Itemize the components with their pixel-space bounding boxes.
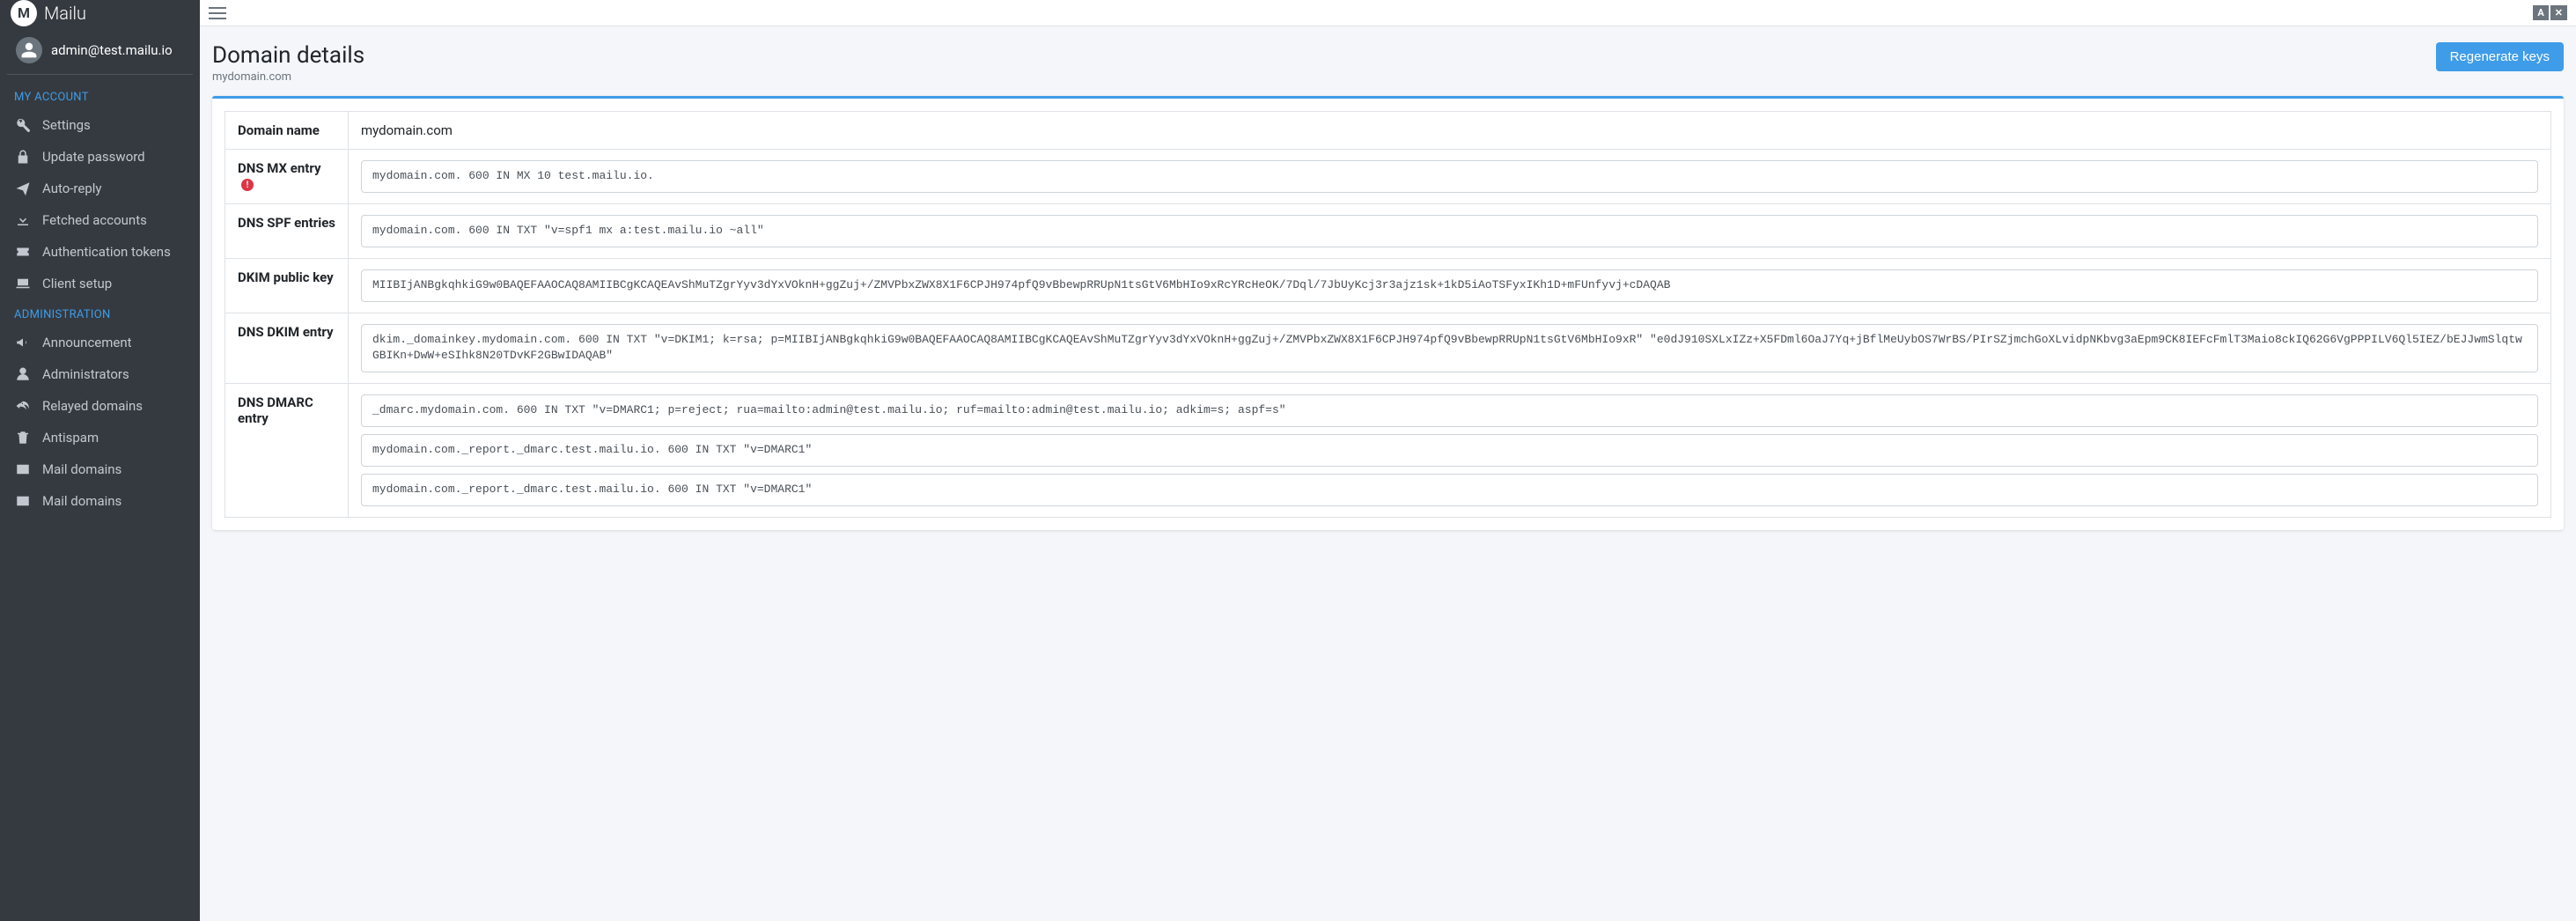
plain-value: mydomain.com (361, 122, 453, 138)
row-label: DNS DMARC entry (225, 384, 349, 518)
brand-block: M Mailu (0, 0, 200, 26)
download-icon (14, 211, 32, 229)
page-title: Domain details (212, 42, 364, 69)
row-value: dkim._domainkey.mydomain.com. 600 IN TXT… (349, 313, 2551, 384)
details-table: Domain name mydomain.com DNS MX entry! mydo… (224, 111, 2551, 518)
ticket-icon (14, 243, 32, 261)
sidebar-item-mail-domains-2[interactable]: Mail domains (0, 485, 200, 517)
trash-icon (14, 429, 32, 446)
topbar: M Mailu A ✕ (0, 0, 2576, 26)
content: Domain details mydomain.com Regenerate k… (200, 26, 2576, 921)
dns-record[interactable]: _dmarc.mydomain.com. 600 IN TXT "v=DMARC… (361, 394, 2538, 427)
menu-toggle-icon[interactable] (209, 7, 226, 19)
sidebar-item-fetched[interactable]: Fetched accounts (0, 204, 200, 236)
row-label: DKIM public key (225, 258, 349, 313)
sidebar-item-label: Update password (42, 149, 145, 165)
envelope-icon (14, 492, 32, 510)
row-value: MIIBIjANBgkqhkiG9w0BAQEFAAOCAQ8AMIIBCgKC… (349, 258, 2551, 313)
avatar-icon (16, 37, 42, 63)
row-value: mydomain.com. 600 IN TXT "v=spf1 mx a:te… (349, 203, 2551, 258)
regenerate-keys-button[interactable]: Regenerate keys (2436, 42, 2564, 71)
brand-name: Mailu (44, 3, 86, 24)
content-header: Domain details mydomain.com Regenerate k… (200, 26, 2576, 96)
sidebar-item-antispam[interactable]: Antispam (0, 422, 200, 453)
sidebar-item-label: Authentication tokens (42, 244, 171, 260)
sidebar-item-mail-domains-1[interactable]: Mail domains (0, 453, 200, 485)
sidebar-item-label: Mail domains (42, 493, 121, 509)
dns-record[interactable]: mydomain.com._report._dmarc.test.mailu.i… (361, 434, 2538, 467)
user-icon (14, 365, 32, 383)
lock-icon (14, 148, 32, 166)
user-block: admin@test.mailu.io (7, 26, 193, 75)
dns-record[interactable]: mydomain.com. 600 IN TXT "v=spf1 mx a:te… (361, 215, 2538, 247)
sidebar-item-label: Auto-reply (42, 181, 102, 196)
reply-all-icon (14, 397, 32, 415)
sidebar-item-auth-tokens[interactable]: Authentication tokens (0, 236, 200, 268)
row-label: DNS MX entry! (225, 150, 349, 204)
nav-header: ADMINISTRATION (0, 299, 200, 327)
nav-header: MY ACCOUNT (0, 82, 200, 109)
sidebar-item-label: Antispam (42, 430, 99, 446)
row-label: Domain name (225, 112, 349, 150)
row-value: mydomain.com. 600 IN MX 10 test.mailu.io… (349, 150, 2551, 204)
language-badge[interactable]: A (2533, 5, 2548, 20)
table-row: DNS DKIM entrydkim._domainkey.mydomain.c… (225, 313, 2551, 384)
user-email: admin@test.mailu.io (51, 42, 173, 58)
sidebar: admin@test.mailu.io MY ACCOUNT Settings Up… (0, 26, 200, 921)
row-value: mydomain.com (349, 112, 2551, 150)
dns-record[interactable]: MIIBIjANBgkqhkiG9w0BAQEFAAOCAQ8AMIIBCgKC… (361, 269, 2538, 302)
row-label: DNS SPF entries (225, 203, 349, 258)
sidebar-item-label: Client setup (42, 276, 112, 291)
details-card: Domain name mydomain.com DNS MX entry! mydo… (212, 96, 2564, 530)
dns-record[interactable]: mydomain.com._report._dmarc.test.mailu.i… (361, 474, 2538, 506)
sidebar-item-label: Relayed domains (42, 398, 143, 414)
sidebar-item-label: Administrators (42, 366, 129, 382)
sidebar-item-settings[interactable]: Settings (0, 109, 200, 141)
wrench-icon (14, 116, 32, 134)
sidebar-item-label: Mail domains (42, 461, 121, 477)
sidebar-item-auto-reply[interactable]: Auto-reply (0, 173, 200, 204)
row-value: _dmarc.mydomain.com. 600 IN TXT "v=DMARC… (349, 384, 2551, 518)
table-row: DNS SPF entries mydomain.com. 600 IN TXT … (225, 203, 2551, 258)
table-row: Domain name mydomain.com (225, 112, 2551, 150)
sidebar-item-client-setup[interactable]: Client setup (0, 268, 200, 299)
sidebar-item-label: Announcement (42, 335, 132, 350)
dns-record[interactable]: mydomain.com. 600 IN MX 10 test.mailu.io… (361, 160, 2538, 193)
dns-record[interactable]: dkim._domainkey.mydomain.com. 600 IN TXT… (361, 324, 2538, 373)
warning-icon: ! (241, 179, 254, 191)
page-subtitle: mydomain.com (212, 70, 364, 84)
sidebar-item-administrators[interactable]: Administrators (0, 358, 200, 390)
envelope-icon (14, 460, 32, 478)
sidebar-item-label: Fetched accounts (42, 212, 147, 228)
bullhorn-icon (14, 334, 32, 351)
sidebar-item-announcement[interactable]: Announcement (0, 327, 200, 358)
sidebar-item-label: Settings (42, 117, 91, 133)
plane-icon (14, 180, 32, 197)
sidebar-item-relayed[interactable]: Relayed domains (0, 390, 200, 422)
sidebar-item-update-password[interactable]: Update password (0, 141, 200, 173)
brand-logo: M (11, 0, 37, 26)
close-badge[interactable]: ✕ (2550, 5, 2567, 20)
table-row: DKIM public key MIIBIjANBgkqhkiG9w0BAQEFA… (225, 258, 2551, 313)
laptop-icon (14, 275, 32, 292)
table-row: DNS DMARC entry _dmarc.mydomain.com. 600 … (225, 384, 2551, 518)
table-row: DNS MX entry! mydomain.com. 600 IN MX 10 … (225, 150, 2551, 204)
row-label: DNS DKIM entry (225, 313, 349, 384)
topbar-badges: A ✕ (2533, 5, 2567, 20)
